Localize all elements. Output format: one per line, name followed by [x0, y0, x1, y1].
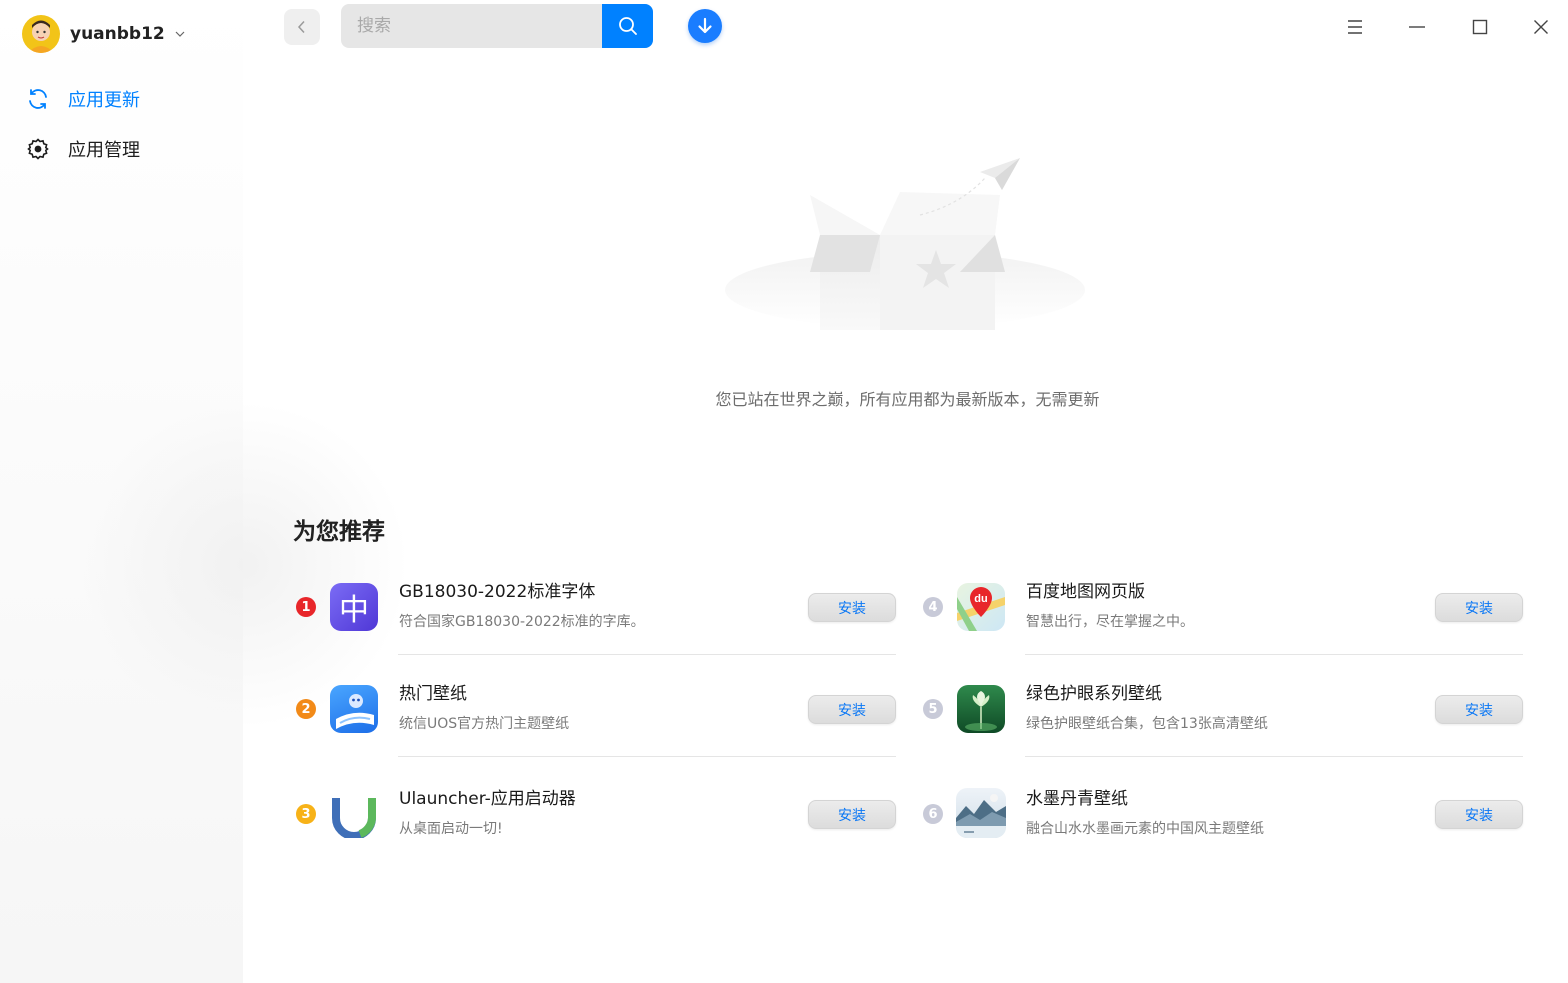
minimize-button[interactable]: [1402, 12, 1432, 42]
avatar[interactable]: [22, 15, 60, 53]
section-title: 为您推荐: [293, 519, 385, 545]
ulauncher-app-icon[interactable]: [330, 790, 378, 838]
gear-icon: [25, 136, 51, 162]
back-button[interactable]: [284, 9, 320, 45]
search-button[interactable]: [602, 4, 653, 48]
app-desc: 智慧出行，尽在掌握之中。: [1026, 614, 1194, 630]
install-button[interactable]: 安装: [808, 695, 896, 724]
app-desc: 绿色护眼壁纸合集，包含13张高清壁纸: [1026, 716, 1268, 732]
sidebar-item-app-update[interactable]: 应用更新: [0, 75, 243, 123]
minimize-icon: [1409, 26, 1425, 28]
chevron-down-icon[interactable]: [175, 29, 185, 39]
app-icon-glyph: 中: [339, 593, 369, 628]
list-item[interactable]: 4 du 百度地图网页版 智慧出行，尽在掌握之中。 安装: [921, 567, 1523, 667]
install-button[interactable]: 安装: [808, 800, 896, 829]
divider: [1025, 654, 1523, 655]
search-input[interactable]: [341, 4, 602, 48]
maximize-icon: [1472, 19, 1488, 35]
download-arrow-icon: [698, 17, 712, 34]
list-item[interactable]: 6 水墨丹青壁纸 融合山水水墨画元素的中国风主题壁纸 安装: [921, 774, 1523, 874]
install-button[interactable]: 安装: [1435, 695, 1523, 724]
wallpaper-app-icon[interactable]: [330, 685, 378, 733]
rank-badge: 5: [923, 699, 943, 719]
baidu-map-app-icon[interactable]: du: [957, 583, 1005, 631]
close-button[interactable]: [1526, 12, 1556, 42]
rank-badge: 4: [923, 597, 943, 617]
divider: [398, 654, 896, 655]
divider: [1025, 756, 1523, 757]
sidebar: yuanbb12 应用更新 应用管理: [0, 0, 410, 983]
search-bar: [341, 4, 653, 48]
app-desc: 从桌面启动一切!: [399, 821, 503, 837]
app-name[interactable]: 水墨丹青壁纸: [1026, 784, 1128, 809]
sidebar-item-label: 应用更新: [68, 90, 140, 111]
install-button[interactable]: 安装: [1435, 800, 1523, 829]
app-name[interactable]: 绿色护眼系列壁纸: [1026, 679, 1162, 704]
app-desc: 符合国家GB18030-2022标准的字库。: [399, 614, 645, 630]
app-desc: 融合山水水墨画元素的中国风主题壁纸: [1026, 821, 1264, 837]
refresh-icon: [25, 86, 51, 112]
ink-wallpaper-app-icon[interactable]: [956, 788, 1006, 838]
list-item[interactable]: 5 绿色护眼系列壁纸 绿色护眼壁纸合集，包含13张高清壁纸 安装: [921, 669, 1523, 769]
rank-badge: 2: [296, 699, 316, 719]
menu-icon: [1348, 20, 1362, 34]
sidebar-nav: 应用更新 应用管理: [0, 75, 243, 175]
rank-badge: 3: [296, 804, 316, 824]
app-name[interactable]: GB18030-2022标准字体: [399, 577, 595, 602]
install-button[interactable]: 安装: [808, 593, 896, 622]
font-app-icon[interactable]: 中: [330, 583, 378, 631]
rank-badge: 6: [923, 804, 943, 824]
menu-button[interactable]: [1340, 12, 1370, 42]
maximize-button[interactable]: [1465, 12, 1495, 42]
list-item[interactable]: 1 中 GB18030-2022标准字体 符合国家GB18030-2022标准的…: [294, 567, 896, 667]
username[interactable]: yuanbb12: [70, 24, 165, 44]
search-icon: [618, 17, 637, 35]
app-name[interactable]: 百度地图网页版: [1026, 577, 1145, 602]
app-icon-glyph: du: [974, 593, 987, 605]
app-desc: 统信UOS官方热门主题壁纸: [399, 716, 570, 732]
download-button[interactable]: [688, 9, 722, 43]
list-item[interactable]: 3 Ulauncher-应用启动器 从桌面启动一切! 安装: [294, 774, 896, 874]
app-name[interactable]: 热门壁纸: [399, 679, 467, 704]
sidebar-item-label: 应用管理: [68, 140, 140, 161]
divider: [398, 756, 896, 757]
sidebar-item-app-manage[interactable]: 应用管理: [0, 125, 243, 173]
empty-state-message: 您已站在世界之巅，所有应用都为最新版本，无需更新: [715, 390, 1100, 409]
empty-box-illustration: [720, 150, 1100, 340]
user-menu[interactable]: yuanbb12: [22, 14, 185, 54]
chevron-left-icon: [297, 20, 305, 34]
app-name[interactable]: Ulauncher-应用启动器: [399, 784, 576, 809]
list-item[interactable]: 2 热门壁纸 统信UOS官方热门主题壁纸 安装: [294, 669, 896, 769]
green-wallpaper-app-icon[interactable]: [957, 685, 1005, 733]
install-button[interactable]: 安装: [1435, 593, 1523, 622]
close-icon: [1534, 20, 1548, 34]
rank-badge: 1: [296, 597, 316, 617]
